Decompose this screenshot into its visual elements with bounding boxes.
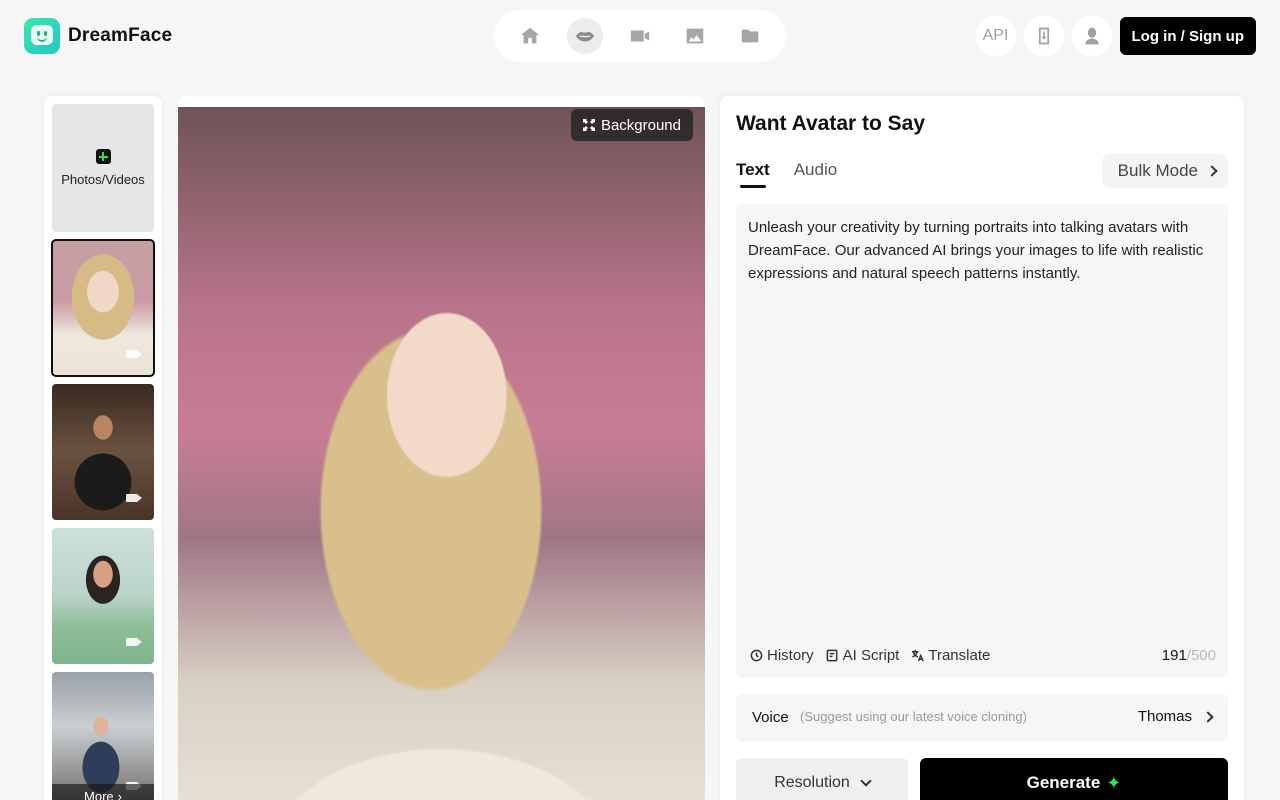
character-counter: 191/500: [1162, 647, 1216, 664]
video-badge-icon: [126, 350, 142, 358]
translate-button[interactable]: Translate: [911, 647, 990, 664]
api-button[interactable]: API: [975, 16, 1016, 56]
generate-button[interactable]: Generate ✦: [920, 758, 1228, 800]
script-text[interactable]: Unleash your creativity by turning portr…: [748, 216, 1216, 285]
avatar-thumbnail[interactable]: [52, 528, 154, 664]
chevron-right-icon: [1206, 165, 1218, 177]
voice-selector[interactable]: Voice (Suggest using our latest voice cl…: [736, 694, 1228, 742]
background-label: Background: [600, 116, 681, 134]
dreamface-logo-icon: [24, 18, 60, 54]
voice-value[interactable]: Thomas: [1137, 708, 1214, 725]
background-button[interactable]: Background: [570, 109, 693, 141]
input-mode-tabs: Text Audio: [736, 160, 837, 188]
ai-script-label: AI Script: [842, 647, 900, 664]
login-signup-button[interactable]: Log in / Sign up: [1119, 17, 1256, 55]
upload-photos-videos-button[interactable]: Photos/Videos: [52, 104, 154, 232]
chevron-right-icon: ›: [117, 788, 122, 800]
char-count: 191: [1161, 647, 1187, 664]
app-name: DreamFace: [68, 25, 173, 46]
generate-label: Generate: [1026, 773, 1101, 792]
avatar-thumbnail[interactable]: [51, 239, 155, 377]
download-app-button[interactable]: [1023, 16, 1064, 56]
plus-icon: [95, 149, 111, 164]
download-app-icon: [1038, 27, 1049, 45]
header-actions: API Log in / Sign up: [975, 16, 1256, 56]
bulk-mode-button[interactable]: Bulk Mode: [1101, 154, 1228, 188]
more-button[interactable]: More ›: [52, 784, 154, 800]
lips-icon: [575, 32, 594, 42]
tab-audio[interactable]: Audio: [794, 160, 837, 186]
nav-image[interactable]: [677, 18, 713, 54]
char-max: /500: [1186, 647, 1216, 664]
nav-home[interactable]: [512, 18, 548, 54]
app-logo[interactable]: DreamFace: [24, 18, 172, 54]
script-textarea[interactable]: Unleash your creativity by turning portr…: [736, 204, 1228, 678]
video-camera-icon: [630, 30, 650, 42]
bulk-mode-label: Bulk Mode: [1117, 161, 1198, 180]
tab-text[interactable]: Text: [736, 160, 770, 188]
video-badge-icon: [126, 638, 142, 646]
nav-lip-sync[interactable]: [566, 18, 603, 54]
main-nav: [494, 10, 786, 62]
ai-script-icon: [826, 649, 838, 662]
ai-script-button[interactable]: AI Script: [826, 647, 900, 664]
history-icon: [750, 649, 763, 662]
history-button[interactable]: History: [750, 647, 814, 664]
nav-video[interactable]: [622, 18, 658, 54]
top-header: DreamFace API Log in / Sign up: [0, 0, 1280, 72]
user-avatar-button[interactable]: [1071, 16, 1112, 56]
chevron-down-icon: [860, 775, 872, 787]
avatar-thumbnail-list: Photos/Videos More ›: [44, 96, 162, 800]
image-icon: [686, 28, 704, 44]
voice-label: Voice: [752, 709, 789, 726]
video-badge-icon: [126, 494, 142, 502]
panel-title: Want Avatar to Say: [736, 112, 926, 135]
expand-icon: [582, 119, 595, 131]
more-label: More: [84, 788, 114, 800]
folder-icon: [742, 29, 759, 43]
resolution-dropdown[interactable]: Resolution: [736, 758, 908, 800]
sparkle-icon: ✦: [1106, 772, 1122, 793]
avatar-thumbnail[interactable]: [52, 384, 154, 520]
resolution-label: Resolution: [774, 774, 850, 791]
script-panel: Want Avatar to Say Text Audio Bulk Mode …: [720, 96, 1244, 800]
user-avatar-icon: [1084, 27, 1099, 45]
history-label: History: [767, 647, 814, 664]
script-tools: History AI Script Translate: [750, 647, 990, 664]
voice-hint: (Suggest using our latest voice cloning): [800, 709, 1027, 724]
avatar-preview-image: [178, 107, 705, 800]
chevron-right-icon: [1202, 710, 1214, 723]
nav-folder[interactable]: [732, 18, 768, 54]
home-icon: [520, 27, 539, 44]
upload-label: Photos/Videos: [61, 172, 145, 187]
translate-icon: [912, 649, 925, 662]
translate-label: Translate: [928, 647, 991, 664]
voice-name: Thomas: [1137, 708, 1192, 725]
avatar-thumbnail[interactable]: More ›: [52, 672, 154, 800]
avatar-preview: Background: [178, 96, 705, 800]
